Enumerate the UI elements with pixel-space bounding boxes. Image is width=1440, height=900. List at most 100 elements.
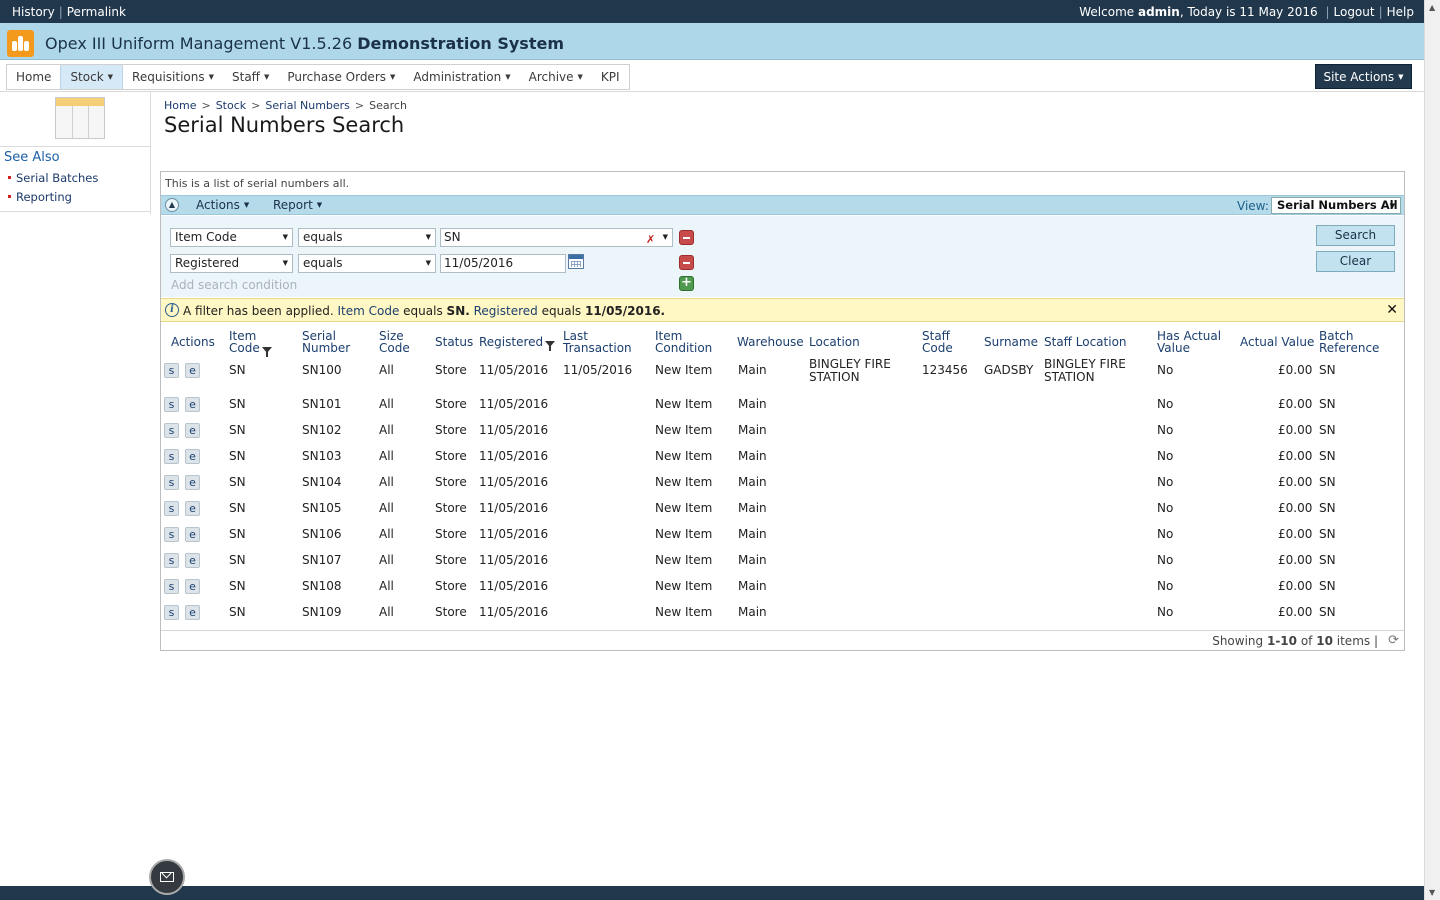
view-select[interactable]: Serial Numbers All ▼ xyxy=(1271,197,1401,214)
col-status[interactable]: Status xyxy=(435,336,473,348)
permalink-link[interactable]: Permalink xyxy=(67,5,126,19)
scroll-down-icon[interactable]: ▼ xyxy=(1429,888,1435,897)
clear-value-icon[interactable]: ✗ xyxy=(646,231,655,248)
breadcrumb-home[interactable]: Home xyxy=(164,99,196,112)
edit-row-button[interactable]: e xyxy=(185,423,200,438)
history-link[interactable]: History xyxy=(12,5,55,19)
col-last-transaction[interactable]: Last Transaction xyxy=(563,330,638,354)
col-serial-number[interactable]: Serial Number xyxy=(302,330,357,354)
nav-archive[interactable]: Archive ▼ xyxy=(520,65,592,89)
table-row[interactable]: s e SN SN103 All Store 11/05/2016 New Item Main N… xyxy=(161,442,1404,468)
chevron-down-icon[interactable]: ▼ xyxy=(663,229,668,246)
select-row-button[interactable]: s xyxy=(164,605,179,620)
col-actual-value[interactable]: Actual Value xyxy=(1240,336,1314,348)
edit-row-button[interactable]: e xyxy=(185,553,200,568)
logout-link[interactable]: Logout xyxy=(1334,5,1375,19)
add-condition-button[interactable]: + xyxy=(679,276,694,291)
edit-row-button[interactable]: e xyxy=(185,605,200,620)
edit-row-button[interactable]: e xyxy=(185,501,200,516)
filter-icon xyxy=(261,347,272,357)
cell-condition: New Item xyxy=(655,449,713,463)
reporting-link[interactable]: Reporting xyxy=(8,188,150,207)
cell-actual-value: £0.00 xyxy=(1278,363,1313,377)
col-item-code[interactable]: Item Code xyxy=(229,330,284,357)
site-actions-button[interactable]: Site Actions ▼ xyxy=(1315,64,1412,89)
help-link[interactable]: Help xyxy=(1387,5,1414,19)
cell-registered: 11/05/2016 xyxy=(479,449,549,463)
col-has-actual-value[interactable]: Has Actual Value xyxy=(1157,330,1227,354)
table-row[interactable]: s e SN SN104 All Store 11/05/2016 New Item Main N… xyxy=(161,468,1404,494)
table-row[interactable]: s e SN SN106 All Store 11/05/2016 New Item Main N… xyxy=(161,520,1404,546)
cell-item-code: SN xyxy=(229,579,246,593)
nav-staff[interactable]: Staff ▼ xyxy=(223,65,278,89)
close-icon[interactable]: ✕ xyxy=(1386,302,1398,318)
col-item-condition[interactable]: Item Condition xyxy=(655,330,715,354)
chevron-down-icon: ▼ xyxy=(505,73,511,81)
select-row-button[interactable]: s xyxy=(164,579,179,594)
cell-has-actual: No xyxy=(1157,527,1174,541)
actions-menu[interactable]: Actions ▼ xyxy=(196,198,249,212)
nav-kpi[interactable]: KPI xyxy=(592,65,629,89)
select-row-button[interactable]: s xyxy=(164,475,179,490)
serial-batches-link[interactable]: Serial Batches xyxy=(8,169,150,188)
filter-2-operator-select[interactable]: equals ▼ xyxy=(298,254,436,273)
col-location[interactable]: Location xyxy=(809,336,860,348)
message-button[interactable] xyxy=(149,859,185,895)
cell-serial: SN109 xyxy=(302,605,342,619)
col-surname[interactable]: Surname xyxy=(984,336,1038,348)
filter-1-operator-select[interactable]: equals ▼ xyxy=(298,228,436,247)
remove-condition-1-button[interactable] xyxy=(679,230,694,245)
nav-home[interactable]: Home xyxy=(7,65,60,89)
edit-row-button[interactable]: e xyxy=(185,579,200,594)
select-row-button[interactable]: s xyxy=(164,449,179,464)
select-row-button[interactable]: s xyxy=(164,501,179,516)
col-warehouse[interactable]: Warehouse xyxy=(737,336,804,348)
select-row-button[interactable]: s xyxy=(164,527,179,542)
table-row[interactable]: s e SN SN102 All Store 11/05/2016 New Item Main N… xyxy=(161,416,1404,442)
edit-row-button[interactable]: e xyxy=(185,397,200,412)
table-row[interactable]: s e SN SN105 All Store 11/05/2016 New Item Main N… xyxy=(161,494,1404,520)
breadcrumb-stock[interactable]: Stock xyxy=(216,99,246,112)
chevron-down-icon: ▼ xyxy=(425,259,431,267)
col-batch-reference[interactable]: Batch Reference xyxy=(1319,330,1389,354)
col-size-code[interactable]: Size Code xyxy=(379,330,419,354)
breadcrumb-serial-numbers[interactable]: Serial Numbers xyxy=(265,99,350,112)
select-row-button[interactable]: s xyxy=(164,553,179,568)
edit-row-button[interactable]: e xyxy=(185,527,200,542)
vertical-scrollbar[interactable]: ▲ ▼ xyxy=(1424,0,1440,900)
remove-condition-2-button[interactable] xyxy=(679,255,694,270)
calendar-icon[interactable] xyxy=(568,254,584,269)
cell-registered: 11/05/2016 xyxy=(479,397,549,411)
nav-stock[interactable]: Stock ▼ xyxy=(60,65,124,89)
select-row-button[interactable]: s xyxy=(164,363,179,378)
cell-location: BINGLEY FIRE STATION xyxy=(809,357,891,384)
clear-button[interactable]: Clear xyxy=(1316,251,1395,272)
nav-purchase-orders[interactable]: Purchase Orders ▼ xyxy=(278,65,404,89)
cell-serial: SN104 xyxy=(302,475,342,489)
search-button[interactable]: Search xyxy=(1316,225,1395,246)
report-menu[interactable]: Report ▼ xyxy=(273,198,322,212)
scroll-up-icon[interactable]: ▲ xyxy=(1429,3,1435,12)
table-row[interactable]: s e SN SN109 All Store 11/05/2016 New Item Main N… xyxy=(161,598,1404,624)
edit-row-button[interactable]: e xyxy=(185,475,200,490)
select-row-button[interactable]: s xyxy=(164,397,179,412)
add-search-condition[interactable]: Add search condition xyxy=(171,278,297,292)
filter-2-field-select[interactable]: Registered ▼ xyxy=(170,254,293,273)
table-row[interactable]: s e SN SN108 All Store 11/05/2016 New Item Main N… xyxy=(161,572,1404,598)
filter-1-field-select[interactable]: Item Code ▼ xyxy=(170,228,293,247)
nav-requisitions[interactable]: Requisitions ▼ xyxy=(123,65,223,89)
table-row[interactable]: s e SN SN101 All Store 11/05/2016 New Item Main N… xyxy=(161,390,1404,416)
filter-1-value-input[interactable]: SN ✗ ▼ xyxy=(440,228,673,247)
filter-2-date-input[interactable]: 11/05/2016 xyxy=(440,254,566,273)
col-registered[interactable]: Registered xyxy=(479,336,556,351)
table-row[interactable]: s e SN SN100 All Store 11/05/2016 11/05/2016 New… xyxy=(161,356,1404,390)
col-staff-location[interactable]: Staff Location xyxy=(1044,336,1127,348)
table-row[interactable]: s e SN SN107 All Store 11/05/2016 New Item Main N… xyxy=(161,546,1404,572)
collapse-icon[interactable]: ▲ xyxy=(165,198,179,212)
edit-row-button[interactable]: e xyxy=(185,449,200,464)
select-row-button[interactable]: s xyxy=(164,423,179,438)
nav-administration[interactable]: Administration ▼ xyxy=(404,65,519,89)
col-staff-code[interactable]: Staff Code xyxy=(922,330,962,354)
edit-row-button[interactable]: e xyxy=(185,363,200,378)
refresh-icon[interactable]: ⟳ xyxy=(1388,633,1399,648)
